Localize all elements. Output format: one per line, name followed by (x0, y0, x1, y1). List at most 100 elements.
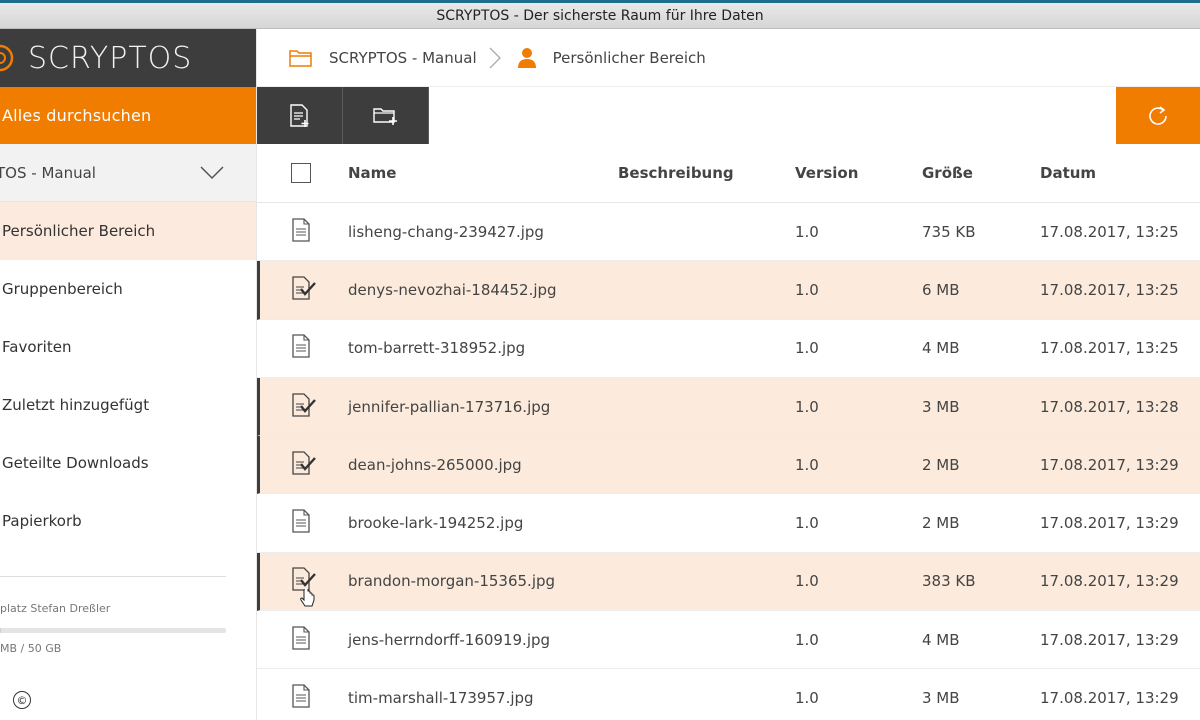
breadcrumb-root[interactable]: SCRYPTOS - Manual (289, 48, 477, 68)
storage-quota-label: platz Stefan Dreßler (0, 602, 111, 615)
refresh-button[interactable] (1116, 87, 1200, 144)
column-header-description[interactable]: Beschreibung (618, 164, 734, 182)
table-row[interactable]: dean-johns-265000.jpg 1.0 2 MB 17.08.2017, … (257, 436, 1200, 495)
search-all-button[interactable]: Alles durchsuchen (0, 87, 256, 144)
table-row[interactable]: brandon-morgan-15365.jpg 1.0 383 KB 17.08.2… (257, 552, 1200, 613)
file-date: 17.08.2017, 13:25 (1040, 222, 1179, 241)
column-header-date[interactable]: Datum (1040, 164, 1096, 182)
app-logo[interactable]: SCRYPTOS (0, 29, 256, 87)
file-icon[interactable] (291, 626, 311, 654)
breadcrumb-current-label: Persönlicher Bereich (552, 48, 706, 67)
sidebar-item-trash[interactable]: Papierkorb (0, 492, 256, 550)
scryptos-logo-icon (0, 44, 14, 72)
file-name[interactable]: brandon-morgan-15365.jpg (348, 572, 555, 590)
new-file-button[interactable] (257, 87, 343, 144)
file-checked-icon[interactable] (291, 276, 317, 304)
file-icon[interactable] (291, 509, 311, 537)
file-version: 1.0 (795, 339, 819, 358)
sidebar-divider (0, 576, 226, 577)
table-row[interactable]: jens-herrndorff-160919.jpg 1.0 4 MB 17.08.2… (257, 611, 1200, 670)
file-checked-icon[interactable] (291, 392, 317, 421)
new-folder-button[interactable] (343, 87, 429, 144)
file-version: 1.0 (795, 222, 819, 241)
column-header-name[interactable]: Name (348, 164, 396, 182)
table-row[interactable]: tom-barrett-318952.jpg 1.0 4 MB 17.08.2017,… (257, 320, 1200, 378)
breadcrumb: SCRYPTOS - Manual Persönlicher Bereich (257, 29, 1200, 87)
file-version: 1.0 (795, 514, 819, 533)
file-size: 735 KB (922, 222, 976, 241)
file-checked-icon[interactable] (291, 451, 317, 479)
folder-icon (289, 49, 312, 67)
chevron-down-icon (200, 165, 224, 179)
file-date: 17.08.2017, 13:25 (1040, 280, 1179, 299)
file-version: 1.0 (795, 689, 819, 708)
file-name[interactable]: tim-marshall-173957.jpg (348, 689, 534, 707)
file-name[interactable]: jens-herrndorff-160919.jpg (348, 631, 550, 649)
storage-quota-value: MB / 50 GB (0, 642, 62, 655)
main-area: SCRYPTOS - Manual Persönlicher Bereich N… (257, 29, 1200, 720)
sidebar-item-group[interactable]: Gruppenbereich (0, 260, 256, 318)
user-icon (517, 47, 536, 68)
file-version: 1.0 (795, 397, 819, 416)
space-selector[interactable]: TOS - Manual (0, 144, 256, 202)
sidebar-item-recent[interactable]: Zuletzt hinzugefügt (0, 376, 256, 434)
file-name[interactable]: brooke-lark-194252.jpg (348, 514, 523, 532)
sidebar-item-label: Gruppenbereich (2, 280, 123, 298)
file-name[interactable]: denys-nevozhai-184452.jpg (348, 281, 557, 299)
storage-quota-bar (0, 628, 226, 633)
chevron-right-icon (489, 47, 501, 68)
logo-text: SCRYPTOS (28, 40, 193, 76)
file-icon[interactable] (291, 684, 311, 712)
file-date: 17.08.2017, 13:25 (1040, 339, 1179, 358)
file-size: 2 MB (922, 514, 960, 533)
breadcrumb-root-label: SCRYPTOS - Manual (329, 48, 477, 67)
file-size: 383 KB (922, 572, 976, 591)
file-date: 17.08.2017, 13:29 (1040, 572, 1179, 591)
file-version: 1.0 (795, 280, 819, 299)
new-file-icon (289, 103, 308, 127)
file-size: 4 MB (922, 630, 960, 649)
table-row[interactable]: tim-marshall-173957.jpg 1.0 3 MB 17.08.2017… (257, 669, 1200, 720)
sidebar-item-favorites[interactable]: Favoriten (0, 318, 256, 376)
toolbar (257, 87, 1200, 144)
file-icon[interactable] (291, 334, 311, 362)
table-header: Name Beschreibung Version Größe Datum (257, 144, 1200, 203)
sidebar-item-label: Persönlicher Bereich (2, 222, 156, 240)
table-row[interactable]: jennifer-pallian-173716.jpg 1.0 3 MB 17.08.… (257, 377, 1200, 437)
column-header-size[interactable]: Größe (922, 164, 973, 182)
file-name[interactable]: jennifer-pallian-173716.jpg (348, 398, 550, 416)
file-version: 1.0 (795, 455, 819, 474)
sidebar-item-shared-downloads[interactable]: Geteilte Downloads (0, 434, 256, 492)
file-name[interactable]: tom-barrett-318952.jpg (348, 339, 525, 357)
sidebar-item-label: Favoriten (2, 338, 72, 356)
new-folder-icon (372, 107, 397, 125)
file-size: 3 MB (922, 689, 960, 708)
column-header-version[interactable]: Version (795, 164, 858, 182)
sidebar-item-label: Papierkorb (2, 512, 82, 530)
file-name[interactable]: dean-johns-265000.jpg (348, 456, 522, 474)
breadcrumb-current[interactable]: Persönlicher Bereich (517, 47, 706, 69)
sidebar-item-label: Geteilte Downloads (2, 454, 149, 472)
storage-quota-fill (0, 628, 2, 633)
file-date: 17.08.2017, 13:28 (1040, 397, 1179, 416)
hand-cursor-icon (299, 584, 315, 613)
table-row[interactable]: denys-nevozhai-184452.jpg 1.0 6 MB 17.08.20… (257, 261, 1200, 320)
file-name[interactable]: lisheng-chang-239427.jpg (348, 223, 544, 241)
file-icon[interactable] (291, 217, 311, 246)
select-all-checkbox[interactable] (291, 163, 311, 183)
file-size: 2 MB (922, 455, 960, 474)
checkbox-box (291, 163, 311, 183)
search-all-label: Alles durchsuchen (2, 106, 152, 125)
sidebar: SCRYPTOS Alles durchsuchen TOS - Manual … (0, 29, 257, 720)
table-row[interactable]: lisheng-chang-239427.jpg 1.0 735 KB 17.08.2… (257, 203, 1200, 262)
file-size: 4 MB (922, 339, 960, 358)
window-titlebar: SCRYPTOS - Der sicherste Raum für Ihre D… (0, 0, 1200, 29)
copyright-icon: © (13, 691, 31, 709)
file-version: 1.0 (795, 630, 819, 649)
file-date: 17.08.2017, 13:29 (1040, 630, 1179, 649)
file-version: 1.0 (795, 572, 819, 591)
file-date: 17.08.2017, 13:29 (1040, 455, 1179, 474)
table-row[interactable]: brooke-lark-194252.jpg 1.0 2 MB 17.08.2017,… (257, 494, 1200, 553)
refresh-icon (1149, 105, 1167, 125)
sidebar-item-personal[interactable]: Persönlicher Bereich (0, 202, 256, 260)
